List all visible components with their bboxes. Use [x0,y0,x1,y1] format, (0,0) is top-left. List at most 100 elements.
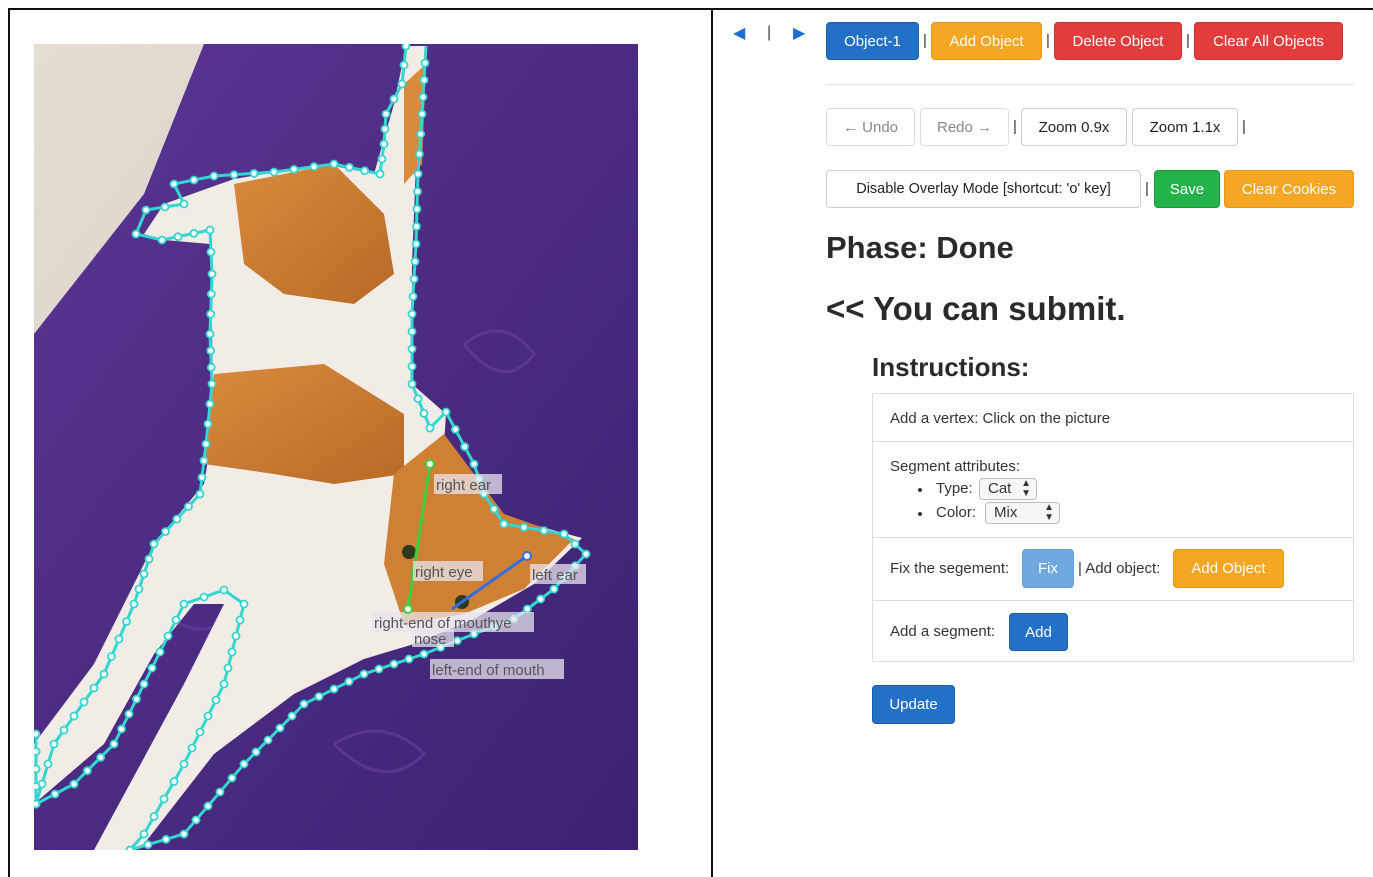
polygon-vertex[interactable] [191,815,201,825]
polygon-vertex[interactable] [69,779,79,789]
polygon-vertex[interactable] [522,604,532,614]
keypoint-right-eye[interactable] [403,604,413,614]
polygon-vertex[interactable] [414,149,424,159]
polygon-vertex[interactable] [131,229,141,239]
polygon-vertex[interactable] [407,362,417,371]
update-button[interactable]: Update [872,685,955,724]
polygon-vertex[interactable] [207,269,217,279]
polygon-vertex[interactable] [559,529,569,539]
polygon-vertex[interactable] [107,652,116,661]
polygon-vertex[interactable] [407,327,417,336]
undo-button[interactable]: ← Undo [826,108,915,146]
polygon-vertex[interactable] [374,664,384,674]
polygon-vertex[interactable] [207,379,217,389]
polygon-vertex[interactable] [452,636,462,646]
polygon-vertex[interactable] [203,711,213,721]
polygon-vertex[interactable] [163,631,173,641]
polygon-vertex[interactable] [416,129,426,139]
polygon-vertex[interactable] [549,584,559,594]
polygon-vertex[interactable] [344,677,354,686]
polygon-vertex[interactable] [201,439,211,449]
polygon-vertex[interactable] [251,747,261,757]
polygon-vertex[interactable] [419,649,429,659]
polygon-vertex[interactable] [206,247,216,257]
polygon-vertex[interactable] [239,759,249,769]
polygon-vertex[interactable] [82,766,92,776]
prev-object-icon[interactable]: ◀ [733,26,745,42]
polygon-vertex[interactable] [159,794,169,804]
polygon-vertex[interactable] [129,599,139,609]
polygon-vertex[interactable] [309,162,319,172]
polygon-vertex[interactable] [329,684,339,694]
polygon-vertex[interactable] [360,166,370,176]
polygon-vertex[interactable] [34,729,41,739]
polygon-vertex[interactable] [227,647,237,657]
polygon-vertex[interactable] [536,594,546,604]
polygon-vertex[interactable] [157,235,167,245]
polygon-vertex[interactable] [239,599,249,609]
polygon-vertex[interactable] [143,840,153,850]
polygon-vertex[interactable] [171,615,181,625]
polygon-vertex[interactable] [289,164,299,174]
add-object-inline-button[interactable]: Add Object [1173,549,1284,588]
polygon-vertex[interactable] [407,309,417,319]
polygon-vertex[interactable] [419,75,429,85]
polygon-vertex[interactable] [189,175,199,185]
polygon-vertex[interactable] [79,697,89,707]
polygon-vertex[interactable] [161,527,170,536]
zoom-out-button[interactable]: Zoom 0.9x [1021,108,1127,146]
polygon-vertex[interactable] [409,274,419,284]
polygon-vertex[interactable] [169,179,179,189]
type-select[interactable]: Cat ▲ ▼ [979,478,1037,500]
polygon-vertex[interactable] [581,549,591,559]
polygon-vertex[interactable] [344,162,354,172]
polygon-vertex[interactable] [141,205,151,215]
polygon-vertex[interactable] [124,709,134,719]
polygon-vertex[interactable] [134,584,144,594]
polygon-vertex[interactable] [99,669,109,679]
polygon-vertex[interactable] [206,289,216,299]
polygon-vertex[interactable] [381,109,391,119]
polygon-vertex[interactable] [114,634,124,644]
clear-cookies-button[interactable]: Clear Cookies [1224,170,1354,208]
polygon-vertex[interactable] [441,407,451,417]
polygon-vertex[interactable] [412,222,421,231]
polygon-vertex[interactable] [235,615,245,625]
polygon-vertex[interactable] [399,60,409,70]
polygon-vertex[interactable] [410,257,420,266]
object-1-button[interactable]: Object-1 [826,22,919,60]
polygon-vertex[interactable] [144,554,154,564]
polygon-vertex[interactable] [34,782,41,791]
polygon-vertex[interactable] [197,472,207,482]
polygon-vertex[interactable] [89,683,99,693]
polygon-vertex[interactable] [450,424,460,434]
polygon-vertex[interactable] [231,631,241,641]
polygon-vertex[interactable] [401,44,411,51]
polygon-vertex[interactable] [139,679,149,689]
polygon-vertex[interactable] [155,647,165,657]
polygon-vertex[interactable] [209,171,219,181]
polygon-vertex[interactable] [417,109,427,119]
save-button[interactable]: Save [1154,170,1220,208]
polygon-vertex[interactable] [287,711,297,721]
polygon-vertex[interactable] [460,442,470,452]
polygon-vertex[interactable] [389,659,399,669]
polygon-vertex[interactable] [419,408,429,418]
polygon-vertex[interactable] [187,743,197,753]
polygon-vertex[interactable] [425,423,435,433]
next-object-icon[interactable]: ▶ [793,26,805,42]
polygon-vertex[interactable] [59,725,69,735]
polygon-vertex[interactable] [206,309,216,319]
polygon-vertex[interactable] [215,787,225,797]
polygon-vertex[interactable] [122,617,131,626]
polygon-vertex[interactable] [179,599,189,609]
polygon-vertex[interactable] [413,169,423,179]
polygon-vertex[interactable] [43,759,53,769]
add-segment-button[interactable]: Add [1009,613,1068,651]
polygon-vertex[interactable] [139,569,149,579]
polygon-vertex[interactable] [570,539,580,549]
polygon-vertex[interactable] [117,724,126,734]
polygon-vertex[interactable] [195,489,205,499]
polygon-vertex[interactable] [189,228,199,238]
polygon-vertex[interactable] [404,654,414,664]
